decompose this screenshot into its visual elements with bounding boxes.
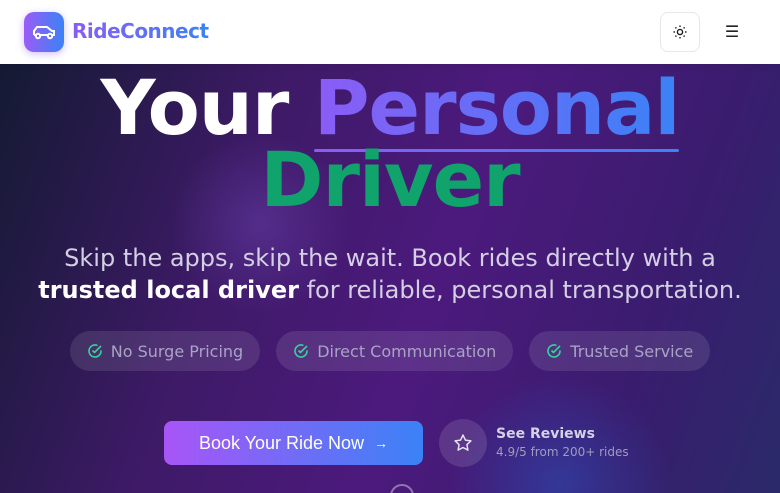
subtitle-text: for reliable, personal transportation. xyxy=(298,276,742,304)
star-icon xyxy=(454,434,472,451)
arrow-right-icon: → xyxy=(374,435,389,451)
check-circle-icon xyxy=(547,344,562,358)
top-nav: RideConnect ☰ xyxy=(0,0,780,64)
check-circle-icon xyxy=(87,344,102,358)
scroll-indicator[interactable] xyxy=(390,484,414,493)
feature-pills: No Surge Pricing Direct Communication Tr… xyxy=(0,331,780,371)
hamburger-icon: ☰ xyxy=(724,21,740,41)
check-circle-icon xyxy=(294,344,308,358)
logo[interactable] xyxy=(24,12,64,52)
subtitle-text: Skip the apps, skip the wait. Book rides… xyxy=(64,244,716,272)
feature-pill: Trusted Service xyxy=(529,331,711,371)
reviews-rating: 4.9/5 from 200+ rides xyxy=(496,445,629,459)
reviews-title[interactable]: See Reviews xyxy=(496,426,595,442)
car-icon xyxy=(33,26,55,40)
feature-pill: Direct Communication xyxy=(276,331,514,371)
menu-button[interactable]: ☰ xyxy=(716,14,748,48)
feature-label: Trusted Service xyxy=(570,341,694,361)
see-reviews-button[interactable] xyxy=(439,419,487,467)
subtitle-bold: trusted local driver xyxy=(38,276,299,304)
sun-icon xyxy=(673,25,687,39)
hero-subtitle: Skip the apps, skip the wait. Book rides… xyxy=(30,242,750,306)
brand-name[interactable]: RideConnect xyxy=(72,19,209,43)
feature-label: Direct Communication xyxy=(317,341,497,361)
hero-title-line2: Driver xyxy=(260,135,520,224)
hero-section: Your Personal Driver Skip the apps, skip… xyxy=(0,64,780,493)
cta-label: Book Your Ride Now xyxy=(198,432,365,453)
feature-pill: No Surge Pricing xyxy=(69,331,261,371)
book-ride-button[interactable]: Book Your Ride Now → xyxy=(164,421,423,465)
feature-label: No Surge Pricing xyxy=(110,341,244,361)
theme-toggle-button[interactable] xyxy=(660,12,700,52)
